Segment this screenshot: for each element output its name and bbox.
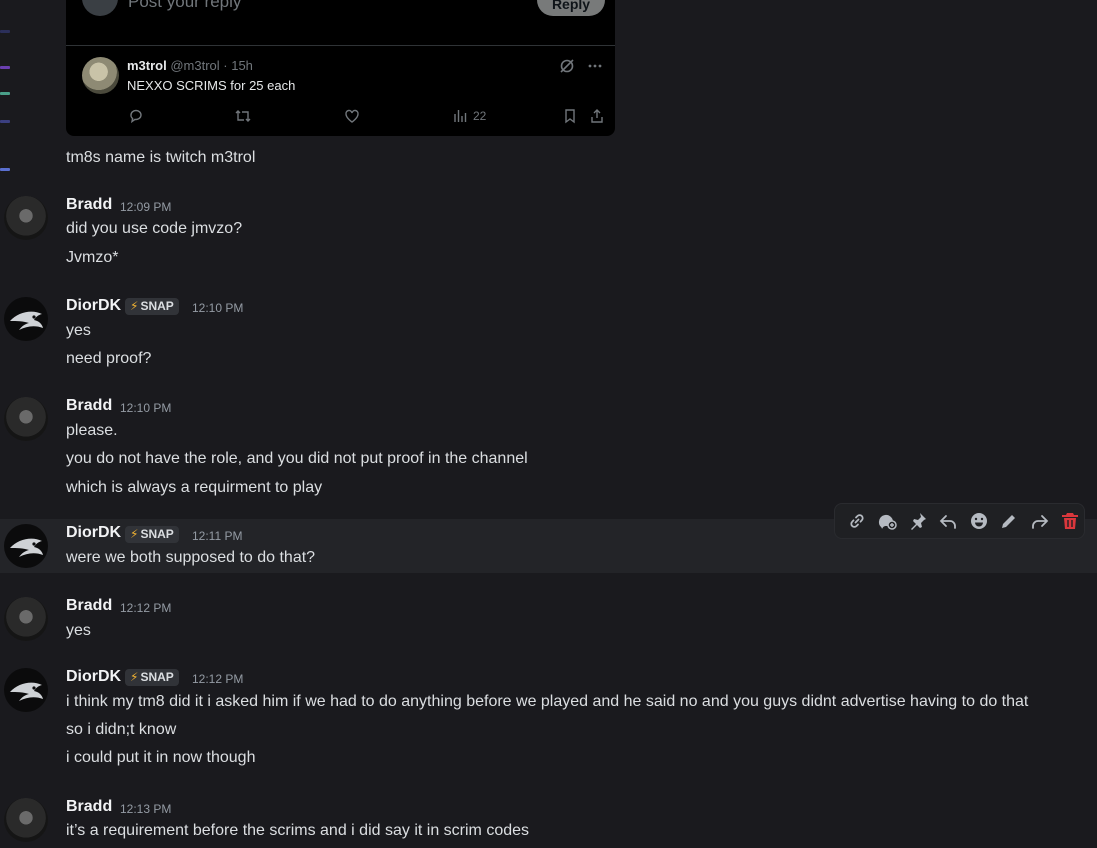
message-line: so i didn;t know: [66, 721, 177, 738]
tweet-bookmark-action[interactable]: [562, 108, 578, 124]
avatar[interactable]: [4, 524, 48, 568]
avatar-image: [10, 538, 43, 557]
message-line: i think my tm8 did it i asked him if we …: [66, 693, 1029, 710]
tweet-share-action[interactable]: [589, 108, 605, 124]
username[interactable]: DiorDK: [66, 668, 121, 686]
timestamp: 12:11 PM: [192, 529, 243, 543]
forward-icon: [1031, 515, 1049, 529]
copy-link-icon: [850, 514, 864, 528]
reply-icon: [939, 515, 957, 529]
retweet-icon: [235, 110, 251, 122]
bookmark-icon: [565, 109, 575, 124]
tweet-views-action[interactable]: 22: [452, 108, 486, 124]
timestamp: 12:10 PM: [120, 401, 172, 415]
message-group: Bradd 12:12 PM yes: [0, 589, 1097, 645]
tweet-header: m3trol @m3trol · 15h: [127, 58, 253, 73]
avatar[interactable]: [4, 297, 48, 341]
timestamp: 12:13 PM: [120, 802, 172, 816]
message-line: yes: [66, 622, 91, 639]
tweet-views-count: 22: [473, 109, 487, 123]
badge-label: SNAP: [140, 527, 174, 541]
message-line: did you use code jmvzo?: [66, 220, 243, 237]
message-line: please.: [66, 422, 118, 439]
message-group: Bradd 12:13 PM it’s a requirement before…: [0, 790, 1097, 848]
username[interactable]: Bradd: [66, 597, 112, 615]
tweet-actions: 22: [66, 108, 615, 128]
lightning-icon: ⚡: [130, 670, 139, 684]
pin-icon: [910, 513, 926, 530]
message-line: Jvmzo*: [66, 249, 119, 266]
clan-tag-badge[interactable]: ⚡ SNAP: [125, 298, 179, 315]
timestamp: 12:12 PM: [192, 672, 244, 686]
avatar[interactable]: [4, 597, 48, 641]
username[interactable]: Bradd: [66, 397, 112, 415]
tweet-top-icons: [559, 58, 603, 74]
reply-button[interactable]: Reply: [537, 0, 605, 16]
edit-button[interactable]: [996, 507, 1024, 535]
timestamp: 12:10 PM: [192, 301, 244, 315]
message-line: yes: [66, 322, 91, 339]
message-actions-toolbar: [834, 503, 1085, 539]
left-edge-sliver: [0, 0, 12, 200]
message-group: DiorDK ⚡ SNAP 12:12 PM i think my tm8 did…: [0, 660, 1097, 772]
message-line: tm8s name is twitch m3trol: [66, 149, 256, 166]
message-line: i could put it in now though: [66, 749, 256, 766]
tweet-like-action[interactable]: [344, 108, 360, 124]
delete-button[interactable]: [1057, 507, 1085, 535]
timestamp: 12:12 PM: [120, 601, 172, 615]
emoji-icon: [970, 513, 987, 529]
delete-icon: [1062, 513, 1079, 529]
avatar[interactable]: [4, 397, 48, 441]
username[interactable]: Bradd: [66, 196, 112, 214]
tweet-author-meta: @m3trol · 15h: [170, 58, 253, 73]
message-line: it’s a requirement before the scrims and…: [66, 822, 530, 839]
tweet-embed[interactable]: Post your reply Reply m3trol @m3trol · 1…: [66, 0, 615, 136]
avatar[interactable]: [4, 798, 48, 842]
message-line: need proof?: [66, 350, 152, 367]
lightning-icon: ⚡: [130, 299, 139, 313]
tweet-reply-row: Post your reply Reply: [66, 0, 615, 46]
reply-avatar: [82, 0, 118, 16]
avatar[interactable]: [4, 196, 48, 240]
add-reaction-icon: [879, 514, 897, 530]
reply-icon: [130, 109, 142, 124]
message-line: you do not have the role, and you did no…: [66, 450, 528, 467]
add-reaction-button[interactable]: [874, 507, 902, 535]
grok-icon[interactable]: [559, 58, 575, 74]
message-group: Bradd 12:09 PM did you use code jmvzo? J…: [0, 188, 1097, 276]
username[interactable]: Bradd: [66, 798, 112, 816]
forward-button[interactable]: [1026, 507, 1054, 535]
message-line: which is always a requirment to play: [66, 479, 323, 496]
like-icon: [345, 109, 359, 123]
badge-label: SNAP: [140, 670, 174, 684]
emoji-button[interactable]: [965, 507, 993, 535]
message-group: Bradd 12:10 PM please. you do not have t…: [0, 389, 1097, 501]
clan-tag-badge[interactable]: ⚡ SNAP: [125, 526, 179, 543]
reply-button[interactable]: [935, 507, 963, 535]
pin-button[interactable]: [904, 507, 932, 535]
message-group: DiorDK ⚡ SNAP 12:10 PM yes need proof?: [0, 289, 1097, 377]
badge-label: SNAP: [140, 299, 174, 313]
edit-icon: [1002, 515, 1016, 528]
username[interactable]: DiorDK: [66, 297, 121, 315]
avatar-image: [10, 682, 43, 701]
tweet-text: NEXXO SCRIMS for 25 each: [127, 78, 296, 93]
copy-link-button[interactable]: [843, 507, 871, 535]
views-icon: [454, 110, 467, 122]
tweet-retweet-action[interactable]: [234, 108, 252, 124]
username[interactable]: DiorDK: [66, 524, 121, 542]
tweet-author-name[interactable]: m3trol: [127, 58, 167, 73]
share-icon: [591, 109, 603, 123]
avatar-image: [10, 311, 43, 330]
avatar[interactable]: [4, 668, 48, 712]
clan-tag-badge[interactable]: ⚡ SNAP: [125, 669, 179, 686]
reply-placeholder[interactable]: Post your reply: [128, 0, 241, 12]
timestamp: 12:09 PM: [120, 200, 172, 214]
more-icon[interactable]: [587, 58, 603, 74]
tweet-author-avatar: [82, 57, 119, 94]
lightning-icon: ⚡: [130, 527, 139, 541]
tweet-reply-action[interactable]: [128, 108, 144, 124]
message-line: were we both supposed to do that?: [66, 549, 316, 566]
